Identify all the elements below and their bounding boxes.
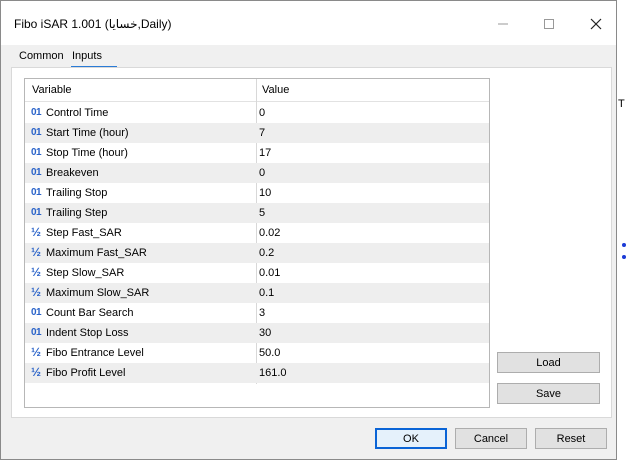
double-type-icon: ½ [31,245,41,259]
double-type-icon: ½ [31,365,41,379]
grid-row[interactable]: ½ Fibo Profit Level 161.0 [25,363,489,383]
cancel-button[interactable]: Cancel [455,428,527,449]
variable-value[interactable]: 0.2 [259,247,274,259]
grid-row[interactable]: 01 Trailing Stop 10 [25,183,489,203]
variable-value[interactable]: 0.01 [259,267,280,279]
variable-value[interactable]: 0.02 [259,227,280,239]
tab-inputs[interactable]: Inputs [72,50,102,62]
grid-row[interactable]: 01 Start Time (hour) 7 [25,123,489,143]
variable-name: Maximum Slow_SAR [46,287,150,299]
grid-row[interactable]: 01 Breakeven 0 [25,163,489,183]
variable-name: Stop Time (hour) [46,147,128,159]
inputs-grid: Variable Value 01 Control Time 0 01 Start Ti… [24,78,490,408]
grid-row[interactable]: ½ Fibo Entrance Level 50.0 [25,343,489,363]
grid-header: Variable Value [25,79,489,102]
grid-row[interactable]: ½ Maximum Slow_SAR 0.1 [25,283,489,303]
save-button[interactable]: Save [497,383,600,404]
integer-type-icon: 01 [31,147,42,158]
column-header-value[interactable]: Value [262,84,289,96]
integer-type-icon: 01 [31,107,42,118]
tab-common[interactable]: Common [19,50,64,62]
variable-value[interactable]: 5 [259,207,265,219]
double-type-icon: ½ [31,285,41,299]
variable-value[interactable]: 3 [259,307,265,319]
variable-name: Indent Stop Loss [46,327,129,339]
variable-value[interactable]: 0 [259,167,265,179]
chart-sar-dot [622,243,626,247]
grid-row[interactable]: 01 Stop Time (hour) 17 [25,143,489,163]
variable-value[interactable]: 17 [259,147,271,159]
close-button[interactable] [584,12,608,36]
variable-name: Trailing Step [46,207,108,219]
load-button[interactable]: Load [497,352,600,373]
variable-name: Fibo Profit Level [46,367,126,379]
minimize-icon [498,23,508,25]
integer-type-icon: 01 [31,127,42,138]
grid-row[interactable]: 01 Trailing Step 5 [25,203,489,223]
double-type-icon: ½ [31,345,41,359]
variable-value[interactable]: 30 [259,327,271,339]
variable-value[interactable]: 50.0 [259,347,280,359]
dialog-window: Fibo iSAR 1.001 (خسايا,Daily) Common Inp… [0,0,617,460]
grid-row[interactable]: ½ Maximum Fast_SAR 0.2 [25,243,489,263]
integer-type-icon: 01 [31,167,42,178]
minimize-button[interactable] [491,12,515,36]
variable-name: Breakeven [46,167,99,179]
grid-row[interactable]: 01 Control Time 0 [25,103,489,123]
grid-row[interactable]: 01 Indent Stop Loss 30 [25,323,489,343]
title-bar[interactable]: Fibo iSAR 1.001 (خسايا,Daily) [1,1,616,45]
maximize-button[interactable] [537,12,561,36]
integer-type-icon: 01 [31,207,42,218]
ok-button[interactable]: OK [375,428,447,449]
grid-row[interactable]: 01 Count Bar Search 3 [25,303,489,323]
integer-type-icon: 01 [31,187,42,198]
integer-type-icon: 01 [31,327,42,338]
variable-value[interactable]: 161.0 [259,367,287,379]
maximize-icon [544,19,554,29]
double-type-icon: ½ [31,225,41,239]
grid-row[interactable]: ½ Step Slow_SAR 0.01 [25,263,489,283]
variable-value[interactable]: 0 [259,107,265,119]
inputs-panel: Variable Value 01 Control Time 0 01 Start Ti… [11,67,612,418]
variable-value[interactable]: 10 [259,187,271,199]
variable-value[interactable]: 7 [259,127,265,139]
chart-axis-label: T [618,98,625,110]
close-icon [590,18,602,30]
variable-name: Fibo Entrance Level [46,347,144,359]
variable-name: Step Fast_SAR [46,227,122,239]
column-header-variable[interactable]: Variable [32,84,72,96]
grid-row[interactable]: ½ Step Fast_SAR 0.02 [25,223,489,243]
variable-name: Trailing Stop [46,187,108,199]
variable-value[interactable]: 0.1 [259,287,274,299]
double-type-icon: ½ [31,265,41,279]
variable-name: Control Time [46,107,109,119]
integer-type-icon: 01 [31,307,42,318]
variable-name: Maximum Fast_SAR [46,247,147,259]
variable-name: Step Slow_SAR [46,267,125,279]
reset-button[interactable]: Reset [535,428,607,449]
variable-name: Start Time (hour) [46,127,129,139]
variable-name: Count Bar Search [46,307,134,319]
window-title: Fibo iSAR 1.001 (خسايا,Daily) [14,17,172,31]
chart-sar-dot [622,255,626,259]
